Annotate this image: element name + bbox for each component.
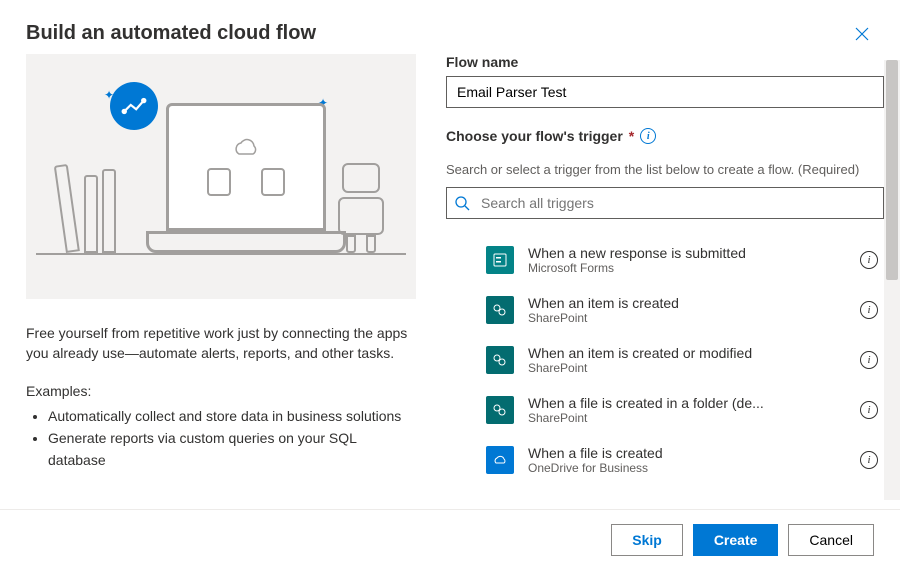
- cancel-button[interactable]: Cancel: [788, 524, 874, 556]
- dialog-footer: Skip Create Cancel: [0, 509, 900, 570]
- skip-button[interactable]: Skip: [611, 524, 683, 556]
- trigger-name: When a file is created: [528, 445, 846, 461]
- trigger-item[interactable]: When an item is created or modified Shar…: [446, 335, 884, 385]
- trigger-label: Choose your flow's trigger * i: [446, 128, 884, 144]
- trigger-source: SharePoint: [528, 311, 846, 325]
- info-icon[interactable]: i: [860, 451, 878, 469]
- info-icon[interactable]: i: [860, 351, 878, 369]
- trigger-list: When a new response is submitted Microso…: [446, 235, 884, 509]
- sharepoint-icon: [486, 346, 514, 374]
- trigger-item[interactable]: When an item is created SharePoint i: [446, 285, 884, 335]
- left-panel: ✦ ✦: [26, 54, 446, 509]
- required-asterisk: *: [629, 128, 634, 144]
- trigger-item[interactable]: When a new response is submitted Microso…: [446, 235, 884, 285]
- examples-list: Automatically collect and store data in …: [26, 405, 416, 471]
- examples-label: Examples:: [26, 383, 416, 399]
- close-button[interactable]: [850, 22, 874, 46]
- create-button[interactable]: Create: [693, 524, 779, 556]
- trigger-name: When a file is created in a folder (de..…: [528, 395, 846, 411]
- search-input[interactable]: [446, 187, 884, 219]
- example-item: Generate reports via custom queries on y…: [48, 427, 416, 471]
- trigger-name: When a new response is submitted: [528, 245, 846, 261]
- info-icon[interactable]: i: [860, 251, 878, 269]
- flow-name-label: Flow name: [446, 54, 884, 70]
- sharepoint-icon: [486, 396, 514, 424]
- trigger-item[interactable]: When a file is created in a folder (de..…: [446, 385, 884, 435]
- trigger-source: SharePoint: [528, 361, 846, 375]
- description-text: Free yourself from repetitive work just …: [26, 323, 416, 363]
- right-panel: Flow name Choose your flow's trigger * i…: [446, 54, 894, 509]
- search-icon: [454, 195, 470, 211]
- close-icon: [854, 26, 870, 42]
- scrollbar[interactable]: [884, 60, 900, 500]
- dialog-title: Build an automated cloud flow: [26, 22, 316, 45]
- flow-badge-icon: [110, 82, 158, 130]
- example-item: Automatically collect and store data in …: [48, 405, 416, 427]
- info-icon[interactable]: i: [860, 401, 878, 419]
- sharepoint-icon: [486, 296, 514, 324]
- flow-name-input[interactable]: [446, 76, 884, 108]
- info-icon[interactable]: i: [640, 128, 656, 144]
- trigger-name: When an item is created: [528, 295, 846, 311]
- scrollbar-thumb[interactable]: [886, 60, 898, 280]
- helper-text: Search or select a trigger from the list…: [446, 162, 884, 177]
- trigger-item[interactable]: When a file is created OneDrive for Busi…: [446, 435, 884, 485]
- trigger-label-text: Choose your flow's trigger: [446, 128, 623, 144]
- flow-illustration: ✦ ✦: [26, 54, 416, 299]
- trigger-source: SharePoint: [528, 411, 846, 425]
- onedrive-icon: [486, 446, 514, 474]
- forms-icon: [486, 246, 514, 274]
- trigger-source: Microsoft Forms: [528, 261, 846, 275]
- info-icon[interactable]: i: [860, 301, 878, 319]
- flow-name-label-text: Flow name: [446, 54, 518, 70]
- trigger-name: When an item is created or modified: [528, 345, 846, 361]
- trigger-source: OneDrive for Business: [528, 461, 846, 475]
